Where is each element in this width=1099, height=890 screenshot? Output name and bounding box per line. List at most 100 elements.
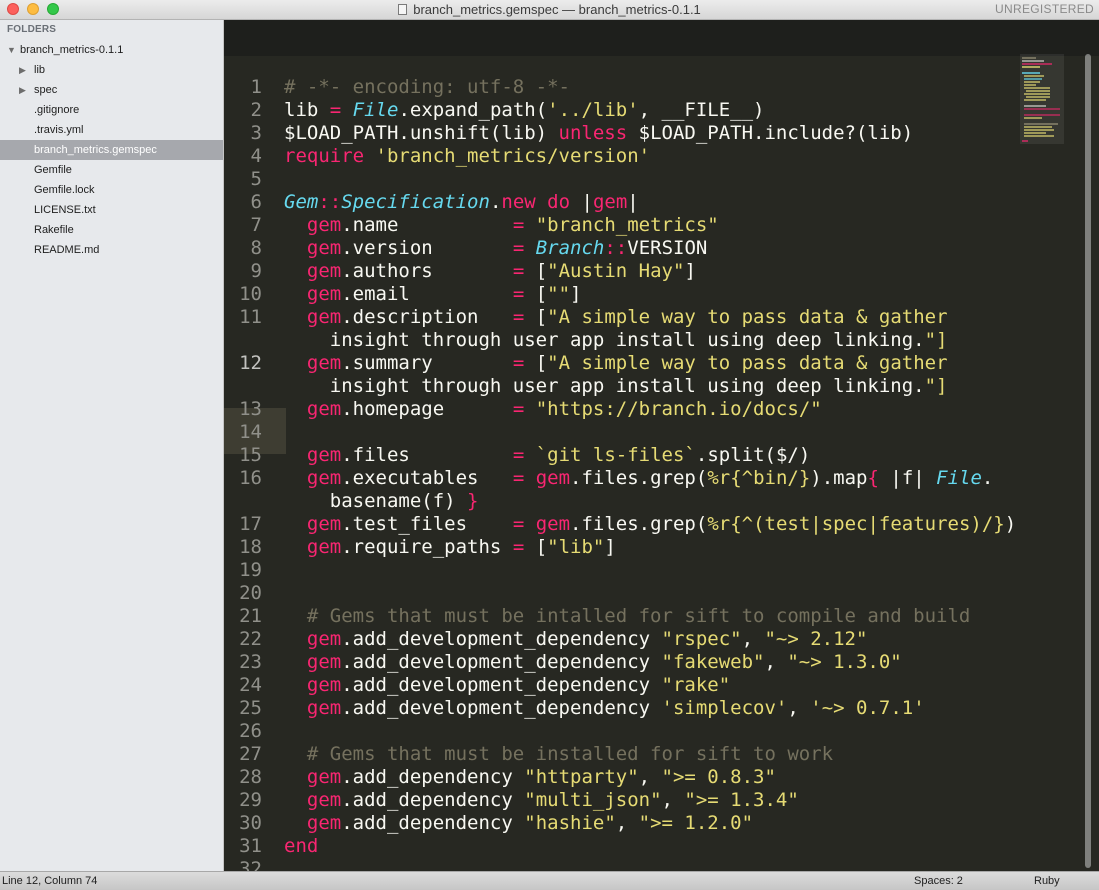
tree-item-gemspec[interactable]: branch_metrics.gemspec (0, 140, 223, 160)
code-line[interactable]: gem.homepage = "https://branch.io/docs/" (284, 398, 822, 421)
syntax-selector[interactable]: Ruby (1034, 872, 1060, 890)
minimap-line (1024, 81, 1040, 83)
line-number-current: 12 (239, 352, 262, 374)
tree-item-gemfile[interactable]: Gemfile (0, 160, 223, 180)
code-line[interactable]: gem.version = Branch::VERSION (284, 237, 707, 260)
tree-item-label: lib (34, 64, 46, 76)
minimap-line (1024, 105, 1046, 107)
code-line[interactable]: gem.files = `git ls-files`.split($/) (284, 444, 810, 467)
minimap-line (1024, 129, 1054, 131)
code-line[interactable]: $LOAD_PATH.unshift(lib) unless $LOAD_PAT… (284, 122, 913, 145)
code-line[interactable]: gem.add_development_dependency "fakeweb"… (284, 651, 902, 674)
minimap-line (1024, 108, 1060, 110)
code-line[interactable]: # Gems that must be intalled for sift to… (284, 605, 970, 628)
minimap-line (1022, 66, 1040, 68)
line-number: 20 (239, 582, 262, 604)
indentation-selector[interactable]: Spaces: 2 (914, 872, 963, 890)
minimap-line (1024, 87, 1050, 89)
disclosure-closed-icon[interactable]: ▶ (19, 80, 26, 100)
code-line[interactable]: # -*- encoding: utf-8 -*- (284, 76, 570, 99)
status-bar: Line 12, Column 74 Spaces: 2 Ruby (0, 871, 1099, 890)
line-number: 18 (239, 536, 262, 558)
sidebar: FOLDERS ▼ branch_metrics-0.1.1 ▶ lib ▶ s… (0, 20, 224, 871)
tree-root-folder[interactable]: ▼ branch_metrics-0.1.1 (0, 40, 223, 60)
line-number: 29 (239, 789, 262, 811)
code-line-current[interactable]: insight through user app install using d… (284, 375, 948, 398)
code-line[interactable]: gem.require_paths = ["lib"] (284, 536, 616, 559)
line-number: 22 (239, 628, 262, 650)
code-line[interactable]: gem.executables = gem.files.grep(%r{^bin… (284, 467, 993, 490)
line-number: 8 (250, 237, 262, 259)
line-number: 13 (239, 398, 262, 420)
disclosure-open-icon[interactable]: ▼ (7, 40, 16, 60)
tree-item-label: README.md (34, 244, 100, 256)
line-number: 5 (250, 168, 262, 190)
line-number: 3 (250, 122, 262, 144)
line-number: 30 (239, 812, 262, 834)
line-number: 27 (239, 743, 262, 765)
code-line[interactable]: gem.email = [""] (284, 283, 582, 306)
editor-pane[interactable]: 1 2 3 4 5 6 7 8 9 10 11 12 13 14 15 16 1… (224, 20, 1099, 880)
code-line[interactable]: end (284, 835, 318, 858)
tree-item-label: spec (34, 84, 58, 96)
line-number: 21 (239, 605, 262, 627)
code-line[interactable]: gem.test_files = gem.files.grep(%r{^(tes… (284, 513, 1016, 536)
minimap[interactable] (1020, 54, 1064, 144)
code-line[interactable]: gem.add_dependency "httparty", ">= 0.8.3… (284, 766, 776, 789)
tree-item-readme[interactable]: README.md (0, 240, 223, 260)
scrollbar-thumb[interactable] (1085, 54, 1091, 868)
tree-root-label: branch_metrics-0.1.1 (20, 44, 124, 56)
code-line[interactable]: lib = File.expand_path('../lib', __FILE_… (284, 99, 765, 122)
code-line[interactable]: basename(f) } (284, 490, 479, 513)
code-line[interactable]: gem.description = ["A simple way to pass… (284, 306, 948, 329)
tree-item-label: Gemfile (34, 164, 72, 176)
code-line[interactable]: require 'branch_metrics/version' (284, 145, 650, 168)
tree-item-label: .gitignore (34, 104, 80, 116)
minimap-line (1026, 90, 1050, 92)
code-line[interactable]: gem.add_development_dependency "rspec", … (284, 628, 868, 651)
code-line[interactable]: # Gems that must be installed for sift t… (284, 743, 833, 766)
tree-item-label: Gemfile.lock (34, 184, 95, 196)
disclosure-closed-icon[interactable]: ▶ (19, 60, 26, 80)
code-line[interactable]: gem.add_development_dependency 'simpleco… (284, 697, 925, 720)
minimap-line (1022, 140, 1028, 142)
tree-item-license[interactable]: LICENSE.txt (0, 200, 223, 220)
code-line-current[interactable]: gem.summary = ["A simple way to pass dat… (284, 352, 948, 375)
tree-item-label: branch_metrics.gemspec (34, 144, 157, 156)
code-line[interactable]: Gem::Specification.new do |gem| (284, 191, 639, 214)
line-number: 6 (250, 191, 262, 213)
line-number: 25 (239, 697, 262, 719)
cursor-position: Line 12, Column 74 (2, 875, 98, 887)
minimap-line (1024, 135, 1054, 137)
line-number: 17 (239, 513, 262, 535)
minimap-line (1022, 72, 1040, 74)
line-number: 4 (250, 145, 262, 167)
line-number: 16 (239, 467, 262, 489)
code-line[interactable]: gem.authors = ["Austin Hay"] (284, 260, 696, 283)
tree-item-gitignore[interactable]: .gitignore (0, 100, 223, 120)
tree-item-rakefile[interactable]: Rakefile (0, 220, 223, 240)
tree-item-travis[interactable]: .travis.yml (0, 120, 223, 140)
code-line[interactable]: gem.add_dependency "multi_json", ">= 1.3… (284, 789, 799, 812)
minimap-line (1024, 114, 1060, 116)
code-line[interactable]: gem.add_development_dependency "rake" (284, 674, 730, 697)
line-number: 26 (239, 720, 262, 742)
code-line[interactable]: insight through user app install using d… (284, 329, 948, 352)
minimap-line (1026, 96, 1050, 98)
code-line[interactable]: gem.name = "branch_metrics" (284, 214, 719, 237)
tree-item-lib[interactable]: ▶ lib (0, 60, 223, 80)
minimap-line (1024, 99, 1046, 101)
tree-item-gemfile-lock[interactable]: Gemfile.lock (0, 180, 223, 200)
code-line[interactable]: gem.add_dependency "hashie", ">= 1.2.0" (284, 812, 753, 835)
line-number: 1 (250, 76, 262, 98)
line-number: 24 (239, 674, 262, 696)
title-bar: branch_metrics.gemspec — branch_metrics-… (0, 0, 1099, 20)
tree-item-spec[interactable]: ▶ spec (0, 80, 223, 100)
document-icon (398, 4, 408, 15)
line-number: 10 (239, 283, 262, 305)
minimap-line (1024, 123, 1058, 125)
minimap-line (1024, 117, 1042, 119)
tree-item-label: .travis.yml (34, 124, 84, 136)
vertical-scrollbar[interactable] (1084, 54, 1092, 868)
line-number: 23 (239, 651, 262, 673)
